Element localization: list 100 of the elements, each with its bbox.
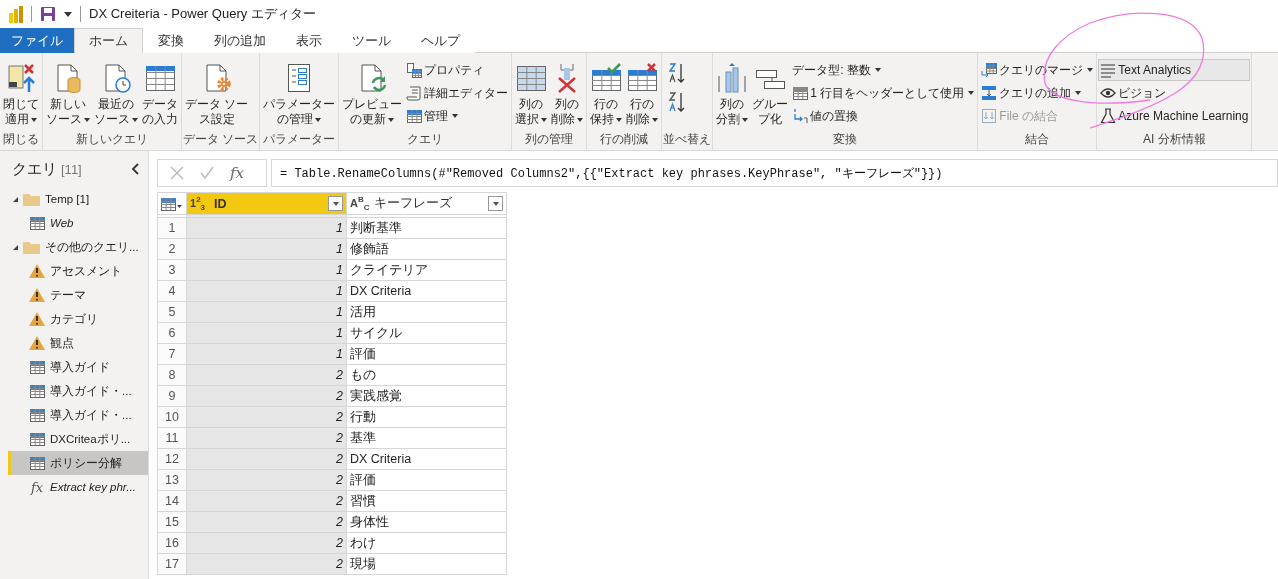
ribbon-button[interactable]: プロパティ	[404, 59, 511, 81]
ribbon-button[interactable]: クエリのマージ	[979, 59, 1096, 81]
ribbon-button[interactable]: 1 行目をヘッダーとして使用	[790, 82, 977, 104]
table-icon	[29, 216, 45, 230]
dropdown-caret-icon[interactable]	[64, 11, 72, 17]
filter-dropdown-icon[interactable]	[328, 196, 343, 211]
merge-table-icon	[981, 62, 998, 78]
row-number: 14	[157, 490, 187, 512]
replace-arrow-icon	[792, 108, 809, 124]
column-header[interactable]: A$^{B}$$_{C}$ キーフレーズ	[346, 192, 507, 215]
group-label: 行の削減	[599, 131, 650, 148]
ribbon-button[interactable]: 閉じて 適用	[1, 59, 41, 130]
table-icon	[29, 432, 45, 446]
row-number: 6	[157, 322, 187, 344]
ribbon-button[interactable]: 列の 選択	[513, 59, 550, 130]
ribbon-button[interactable]: グルー プ化	[750, 59, 791, 130]
group-label: 閉じる	[2, 131, 40, 148]
query-item[interactable]: カテゴリ	[8, 307, 148, 331]
row-number: 7	[157, 343, 187, 365]
query-item[interactable]: アセスメント	[8, 259, 148, 283]
ribbon-button[interactable]: データ の入力	[140, 59, 180, 130]
table-icon	[406, 108, 423, 124]
ribbon-button[interactable]: データ ソー ス設定	[183, 59, 251, 130]
group-label: 並べ替え	[663, 131, 712, 148]
folder-icon	[23, 240, 40, 254]
row-number: 12	[157, 448, 187, 470]
ribbon-button[interactable]: パラメーター の管理	[261, 59, 338, 130]
query-item[interactable]: fx Extract key phr...	[8, 475, 148, 499]
close-apply-icon	[5, 62, 37, 94]
query-item[interactable]: テーマ	[8, 283, 148, 307]
file-menu-tab[interactable]: ファイル	[0, 28, 74, 53]
append-table-icon	[981, 85, 998, 101]
table-icon	[29, 456, 45, 470]
panel-title: クエリ	[12, 159, 57, 179]
combine-files-icon	[981, 108, 998, 124]
query-item[interactable]: 導入ガイド	[8, 355, 148, 379]
table-icon	[792, 85, 809, 101]
query-item[interactable]: 導入ガイド・...	[8, 403, 148, 427]
group-label: 列の管理	[524, 131, 575, 148]
query-item[interactable]: DXCriteaポリ...	[8, 427, 148, 451]
ribbon-button[interactable]: ビジョン	[1098, 82, 1251, 104]
warning-icon	[29, 336, 45, 350]
text-lines-icon	[1100, 62, 1117, 78]
scroll-editor-icon	[406, 85, 423, 101]
filter-dropdown-icon[interactable]	[488, 196, 503, 211]
row-number: 3	[157, 259, 187, 281]
ribbon-button[interactable]: Text Analytics	[1098, 59, 1251, 81]
column-header[interactable]: 1$^{2}$$_{3}$ ID	[186, 192, 347, 215]
table-menu-icon[interactable]	[161, 196, 183, 211]
ribbon-button[interactable]: Azure Machine Learning	[1098, 105, 1251, 127]
sort-ascending-icon	[668, 62, 687, 84]
function-symbol: fx	[29, 479, 45, 495]
query-item[interactable]: Web	[8, 211, 148, 235]
row-number: 2	[157, 238, 187, 260]
ribbon-button[interactable]: 詳細エディター	[404, 82, 511, 104]
collapse-chevron-icon[interactable]	[130, 163, 140, 175]
expand-arrow-icon[interactable]	[13, 196, 18, 202]
group-label: 新しいクエリ	[75, 131, 149, 148]
split-column-icon	[716, 62, 749, 94]
row-number: 13	[157, 469, 187, 491]
ribbon-button[interactable]: 値の置換	[790, 105, 977, 127]
ribbon-button[interactable]: 管理	[404, 105, 511, 127]
warning-icon	[29, 312, 45, 326]
query-item[interactable]: 導入ガイド・...	[8, 379, 148, 403]
expand-arrow-icon[interactable]	[13, 244, 18, 250]
ribbon-button[interactable]: 新しい ソース	[44, 59, 92, 130]
table-icon	[29, 384, 45, 398]
query-count: [11]	[61, 161, 82, 177]
ribbon-button[interactable]: 列の 削除	[549, 59, 586, 130]
sort-descending-icon	[668, 91, 687, 113]
ribbon-button[interactable]: 行の 削除	[624, 59, 661, 130]
ribbon-button[interactable]: 行の 保持	[588, 59, 625, 130]
row-number: 1	[157, 217, 187, 239]
query-item[interactable]: 観点	[8, 331, 148, 355]
row-number: 10	[157, 406, 187, 428]
function-symbol[interactable]: fx	[230, 164, 244, 182]
row-number: 5	[157, 301, 187, 323]
folder-icon	[23, 192, 40, 206]
query-group[interactable]: その他のクエリ...	[8, 235, 148, 259]
power-bi-logo-icon	[9, 5, 23, 23]
ribbon-button[interactable]: 列の 分割	[714, 59, 751, 130]
formula-field[interactable]: = Table.RenameColumns(#"Removed Columns2",{{"Extract key phrases.KeyPhrase", "キーフレーズ"}})	[271, 159, 1278, 187]
ribbon-button[interactable]: データ型: 整数	[790, 59, 977, 81]
row-number: 17	[157, 553, 187, 575]
query-item[interactable]: ポリシー分解	[8, 451, 148, 475]
query-group[interactable]: Temp [1]	[8, 187, 148, 211]
flask-icon	[1100, 108, 1117, 124]
group-label: データ ソース	[183, 131, 259, 148]
ribbon-button[interactable]: 最近の ソース	[92, 59, 140, 130]
confirm-check-icon	[200, 166, 214, 180]
warning-icon	[29, 264, 45, 278]
ribbon-tab[interactable]: ホーム	[74, 28, 143, 53]
warning-icon	[29, 288, 45, 302]
eye-icon	[1100, 85, 1117, 101]
cancel-icon	[170, 166, 184, 180]
group-label: AI 分析情報	[1142, 131, 1207, 148]
row-number: 16	[157, 532, 187, 554]
ribbon-button[interactable]: プレビュー の更新	[340, 59, 405, 130]
table-icon	[29, 408, 45, 422]
group-label: クエリ	[406, 131, 445, 148]
